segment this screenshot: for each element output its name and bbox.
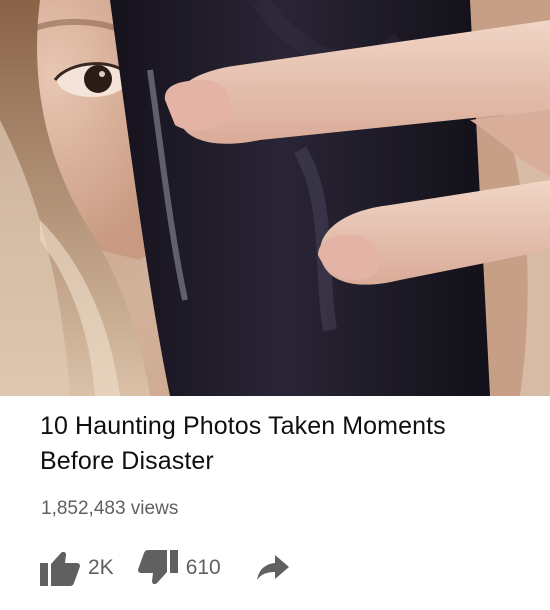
view-count: 1,852,483 views (41, 498, 179, 519)
video-page: 10 Haunting Photos Taken Moments Before … (0, 0, 550, 610)
video-title: 10 Haunting Photos Taken Moments Before … (40, 412, 446, 475)
dislike-count: 610 (185, 556, 221, 579)
thumbnail-photo (0, 0, 550, 396)
like-button[interactable]: 2K (40, 550, 114, 586)
action-bar: 2K 610 (40, 548, 289, 588)
share-button[interactable] (256, 555, 289, 581)
like-count: 2K (88, 556, 114, 579)
dislike-button[interactable]: 610 (137, 550, 221, 586)
thumbs-down-icon (137, 550, 178, 586)
thumbs-up-icon (40, 550, 80, 586)
share-arrow-icon (256, 555, 289, 581)
video-thumbnail[interactable] (0, 0, 550, 396)
